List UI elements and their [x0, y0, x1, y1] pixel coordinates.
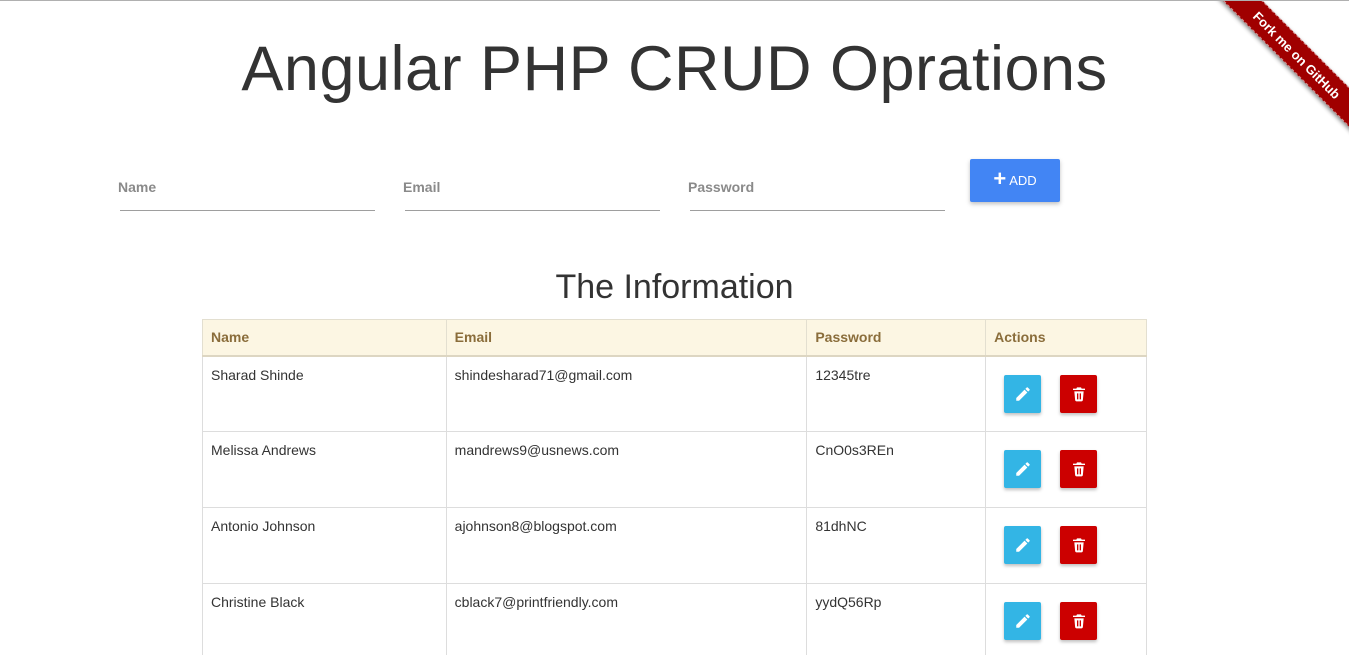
row-name: Antonio Johnson: [202, 507, 447, 584]
row-email: mandrews9@usnews.com: [445, 431, 808, 508]
row-actions: [985, 507, 1147, 584]
password-field: [686, 169, 949, 211]
trash-icon: [1072, 614, 1085, 629]
trash-icon: [1072, 386, 1085, 401]
table-row: Melissa Andrews mandrews9@usnews.com CnO…: [202, 431, 1147, 508]
row-password: CnO0s3REn: [806, 431, 987, 508]
add-button-label: ADD: [1009, 173, 1037, 188]
column-header-name: Name: [202, 319, 447, 357]
edit-button[interactable]: [1004, 374, 1042, 413]
row-password: 81dhNC: [806, 507, 987, 584]
trash-icon: [1072, 538, 1085, 553]
section-title: The Information: [555, 268, 794, 306]
row-password: 12345tre: [806, 355, 987, 432]
email-input[interactable]: [401, 169, 664, 205]
edit-button[interactable]: [1004, 526, 1042, 564]
delete-button[interactable]: [1060, 602, 1098, 640]
password-input[interactable]: [686, 169, 949, 205]
pencil-icon: [1015, 462, 1030, 476]
row-email: ajohnson8@blogspot.com: [445, 507, 808, 584]
delete-button[interactable]: [1060, 374, 1098, 413]
github-ribbon-container: Fork me on GitHub: [1199, 1, 1349, 151]
page-title: Angular PHP CRUD Oprations: [241, 34, 1108, 104]
email-field: [401, 169, 664, 211]
row-name: Christine Black: [202, 583, 447, 655]
information-table: Name Email Password Actions Sharad Shind…: [202, 319, 1147, 655]
name-field: [116, 169, 379, 211]
column-header-password: Password: [806, 319, 987, 357]
row-email: shindesharad71@gmail.com: [445, 355, 808, 432]
row-name: Sharad Shinde: [202, 355, 447, 432]
pencil-icon: [1015, 614, 1030, 628]
row-password: yydQ56Rp: [806, 583, 987, 655]
row-actions: [985, 431, 1147, 508]
page: Angular PHP CRUD Oprations Fork me on Gi…: [0, 0, 1349, 655]
table-header-row: Name Email Password Actions: [202, 319, 1147, 357]
delete-button[interactable]: [1060, 526, 1098, 564]
row-email: cblack7@printfriendly.com: [445, 583, 808, 655]
table-row: Antonio Johnson ajohnson8@blogspot.com 8…: [202, 507, 1147, 584]
table-row: Christine Black cblack7@printfriendly.co…: [202, 583, 1147, 655]
delete-button[interactable]: [1060, 450, 1098, 488]
table-row: Sharad Shinde shindesharad71@gmail.com 1…: [202, 355, 1147, 432]
row-actions: [985, 355, 1147, 432]
row-name: Melissa Andrews: [202, 431, 447, 508]
pencil-icon: [1015, 538, 1030, 552]
column-header-actions: Actions: [985, 319, 1147, 357]
edit-button[interactable]: [1004, 602, 1042, 640]
trash-icon: [1072, 462, 1085, 477]
name-input[interactable]: [116, 169, 379, 205]
row-actions: [985, 583, 1147, 655]
plus-icon: +: [993, 165, 1007, 191]
column-header-email: Email: [445, 319, 808, 357]
edit-button[interactable]: [1004, 450, 1042, 488]
fork-me-ribbon[interactable]: Fork me on GitHub: [1216, 1, 1349, 136]
pencil-icon: [1015, 386, 1030, 401]
add-button[interactable]: + ADD: [970, 159, 1060, 202]
